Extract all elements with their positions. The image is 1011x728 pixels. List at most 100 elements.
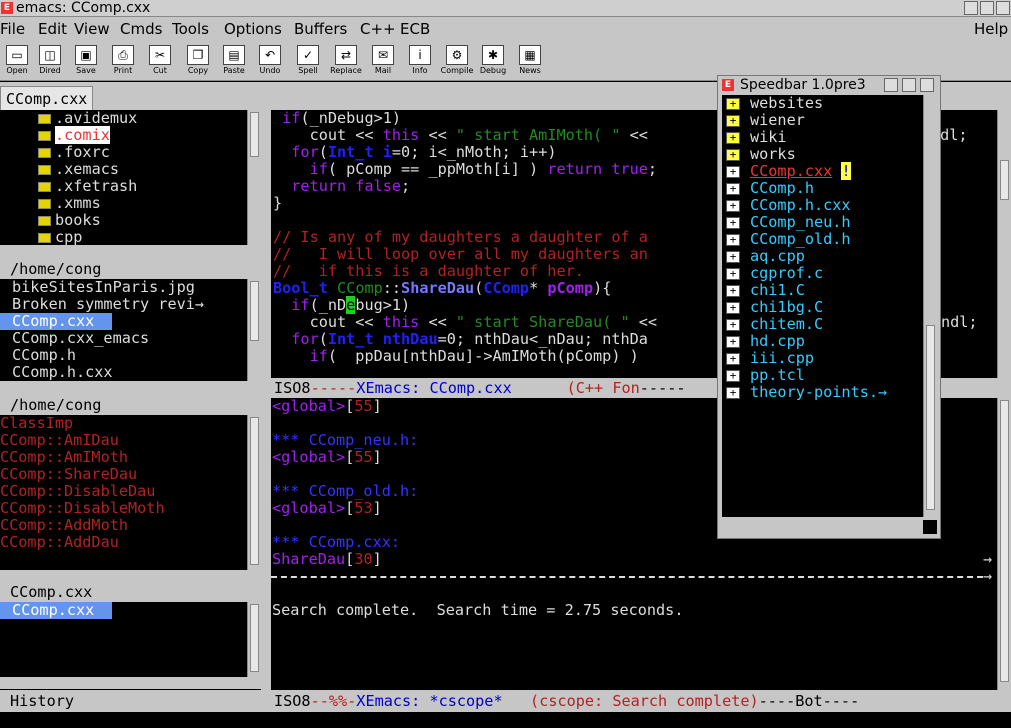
method-item[interactable]: CComp::DisableMoth [0,500,165,517]
file-expand-icon[interactable]: + [726,267,740,280]
cscope-file[interactable]: *** CComp.cxx: [272,534,400,551]
file-expand-icon[interactable]: + [726,250,740,263]
compile-button[interactable]: ⚙ Compile [440,44,474,80]
file-expand-icon[interactable]: + [726,233,740,246]
minimize-button[interactable] [964,1,978,15]
speedbar-file[interactable]: + chi1bg.C [726,299,823,316]
source-item[interactable]: CComp.h.cxx [12,364,113,381]
menu-cmds[interactable]: Cmds [120,17,162,41]
dir-item[interactable]: books [38,212,101,229]
dir-item[interactable]: .foxrc [38,144,110,161]
sources-hscrollbar[interactable] [0,381,261,395]
cscope-ref[interactable]: <global>[55] [272,449,382,466]
menu-help[interactable]: Help [974,17,1008,41]
dir-item[interactable]: .xmms [38,195,101,212]
history-scrollbar[interactable] [247,602,261,677]
scroll-thumb[interactable] [250,112,259,157]
history-item-selected[interactable]: CComp.cxx [0,602,112,619]
menu-edit[interactable]: Edit [38,17,67,41]
speedbar-file[interactable]: + CComp.h.cxx [726,197,851,214]
file-expand-icon[interactable]: + [726,284,740,297]
method-item[interactable]: ClassImp [0,415,73,432]
speedbar-file[interactable]: + hd.cpp [726,333,805,350]
paste-button[interactable]: ▤ Paste [217,44,251,80]
info-button[interactable]: i Info [403,44,437,80]
close-button[interactable] [996,1,1010,15]
method-item[interactable]: CComp::AmIMoth [0,449,128,466]
scroll-thumb[interactable] [250,281,259,341]
folder-expand-icon[interactable]: + [726,131,740,144]
speedbar-file[interactable]: + chi1.C [726,282,805,299]
speedbar-file[interactable]: + CComp_neu.h [726,214,851,231]
source-item[interactable]: CComp.cxx_emacs [12,330,149,347]
file-expand-icon[interactable]: + [726,352,740,365]
minimize-button[interactable] [884,78,898,92]
speedbar-file[interactable]: + aq.cpp [726,248,805,265]
method-item[interactable]: CComp::ShareDau [0,466,137,483]
speedbar-hscrollbar[interactable] [722,517,923,531]
file-expand-icon[interactable]: + [726,369,740,382]
source-item[interactable]: Broken symmetry revi→ [12,296,204,313]
speedbar-folder[interactable]: + websites [726,95,823,112]
methods-hscrollbar[interactable] [0,570,261,582]
dir-hscrollbar[interactable] [0,245,261,259]
dir-scrollbar[interactable] [247,110,261,245]
menu-file[interactable]: File [0,17,25,41]
cut-button[interactable]: ✂ Cut [143,44,177,80]
speedbar-file[interactable]: + cgprof.c [726,265,823,282]
maximize-button[interactable] [980,1,994,15]
source-item[interactable]: CComp.h [12,347,76,364]
dired-button[interactable]: ◫ Dired [33,44,67,80]
file-expand-icon[interactable]: + [726,216,740,229]
menu-buffers[interactable]: Buffers [294,17,347,41]
folder-expand-icon[interactable]: + [726,97,740,110]
sources-scrollbar[interactable] [247,279,261,381]
replace-button[interactable]: ⇄ Replace [329,44,363,80]
method-item[interactable]: CComp::AmIDau [0,432,119,449]
print-button[interactable]: ⎙ Print [106,44,140,80]
cscope-ref[interactable]: ShareDau[30] [272,551,382,568]
dir-item[interactable]: .comix [38,126,110,144]
spell-button[interactable]: ✓ Spell [291,44,325,80]
source-item-selected[interactable]: CComp.cxx [0,313,112,330]
speedbar-file[interactable]: + pp.tcl [726,367,805,384]
copy-button[interactable]: ❐ Copy [181,44,215,80]
mail-button[interactable]: ✉ Mail [366,44,400,80]
speedbar-folder[interactable]: + works [726,146,796,163]
cscope-ref[interactable]: <global>[55] [272,398,382,415]
speedbar-folder[interactable]: + wiki [726,129,787,146]
menu-cpp[interactable]: C++ [360,17,396,41]
file-expand-icon[interactable]: + [726,386,740,399]
menu-ecb[interactable]: ECB [400,17,430,41]
cscope-scrollbar[interactable] [997,398,1011,690]
scroll-thumb[interactable] [250,604,259,672]
menu-options[interactable]: Options [224,17,282,41]
speedbar-scrollbar[interactable] [923,95,937,517]
cscope-file[interactable]: *** CComp_old.h: [272,483,418,500]
close-button[interactable] [920,78,934,92]
history-hscrollbar[interactable] [0,677,261,689]
news-button[interactable]: ▦ News [513,44,547,80]
cscope-ref[interactable]: <global>[53] [272,500,382,517]
dir-item[interactable]: .xemacs [38,161,119,178]
methods-scrollbar[interactable] [247,415,261,570]
method-item[interactable]: CComp::AddDau [0,534,119,551]
tab-ccomp-cxx[interactable]: CComp.cxx [0,86,94,110]
method-item[interactable]: CComp::DisableDau [0,483,155,500]
file-expand-icon[interactable]: + [726,335,740,348]
speedbar-file[interactable]: + theory-points.→ [726,384,887,401]
dir-item[interactable]: cpp [38,229,82,245]
dir-item[interactable]: .xfetrash [38,178,137,195]
file-expand-icon[interactable]: + [726,301,740,314]
cscope-file[interactable]: *** CComp_neu.h: [272,432,418,449]
file-expand-icon[interactable]: + [726,165,740,178]
dir-item[interactable]: .avidemux [38,110,137,127]
folder-expand-icon[interactable]: + [726,148,740,161]
scroll-thumb[interactable] [1000,160,1009,200]
scroll-thumb[interactable] [926,325,935,510]
window-divider[interactable] [261,110,271,712]
speedbar-file[interactable]: + chitem.C [726,316,823,333]
scroll-thumb[interactable] [1000,400,1009,682]
open-button[interactable]: ▭ Open [0,44,34,80]
menu-tools[interactable]: Tools [172,17,209,41]
